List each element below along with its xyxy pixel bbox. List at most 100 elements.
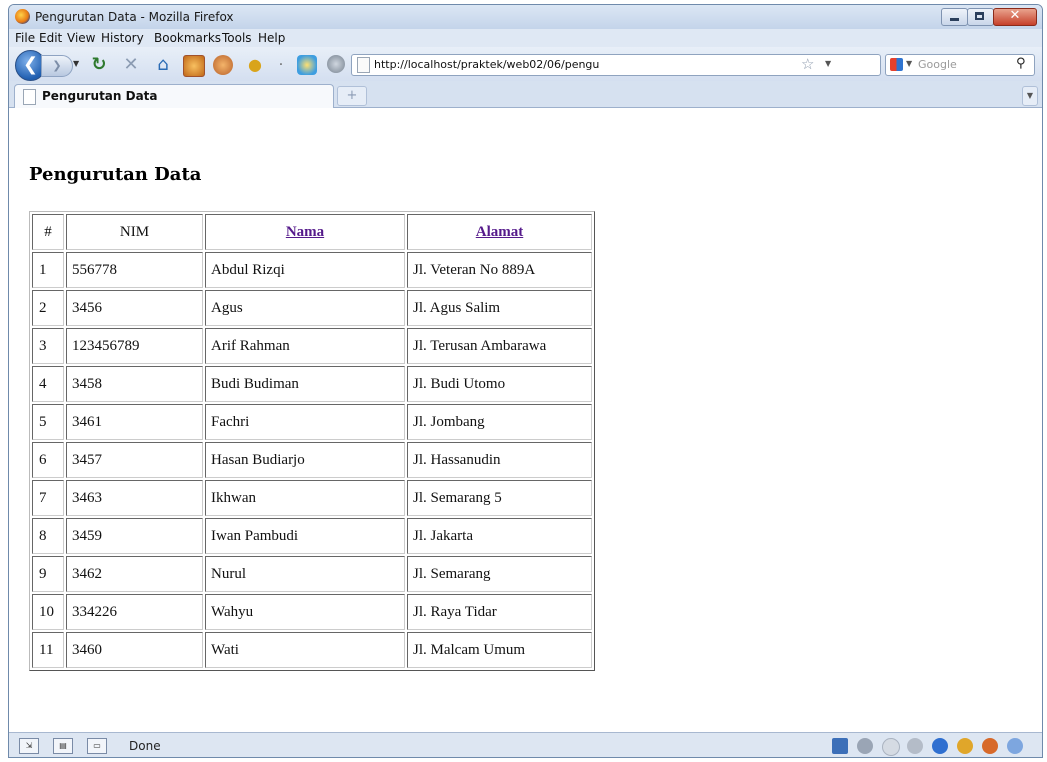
- page-icon: [357, 57, 370, 73]
- sort-by-nama-link[interactable]: Nama: [286, 224, 324, 240]
- minimize-icon: [950, 18, 959, 21]
- cell-nama: Abdul Rizqi: [205, 252, 405, 288]
- addon-icon[interactable]: [213, 55, 233, 75]
- status-addon-icon[interactable]: ⇲: [19, 738, 39, 754]
- cell-nim: 123456789: [66, 328, 203, 364]
- cell-alamat: Jl. Terusan Ambarawa: [407, 328, 592, 364]
- table-row: 11 3460 Wati Jl. Malcam Umum: [32, 632, 592, 668]
- cell-alamat: Jl. Raya Tidar: [407, 594, 592, 630]
- separator-dot-icon: ·: [278, 57, 284, 73]
- menu-file[interactable]: File: [15, 31, 35, 45]
- cell-alamat: Jl. Semarang: [407, 556, 592, 592]
- tray-addon-icon[interactable]: [1007, 738, 1023, 754]
- home-icon[interactable]: ⌂: [153, 55, 173, 75]
- table-row: 7 3463 Ikhwan Jl. Semarang 5: [32, 480, 592, 516]
- cell-alamat: Jl. Agus Salim: [407, 290, 592, 326]
- cell-nama: Iwan Pambudi: [205, 518, 405, 554]
- tab-list-button[interactable]: ▼: [1022, 86, 1038, 106]
- minimize-button[interactable]: [941, 8, 968, 26]
- tray-addon-icon[interactable]: [907, 738, 923, 754]
- cell-nim: 3458: [66, 366, 203, 402]
- cell-nim: 3459: [66, 518, 203, 554]
- table-header-row: # NIM Nama Alamat: [32, 214, 592, 250]
- addon-icon[interactable]: [327, 55, 345, 73]
- status-bar: ⇲ ▤ ▭ Done: [9, 732, 1042, 757]
- stop-icon[interactable]: ✕: [121, 55, 141, 75]
- forward-button[interactable]: ❯: [41, 55, 73, 77]
- cell-nama: Fachri: [205, 404, 405, 440]
- tab-pengurutan-data[interactable]: Pengurutan Data: [14, 84, 334, 108]
- menu-help[interactable]: Help: [258, 31, 285, 45]
- reload-icon[interactable]: ↻: [89, 55, 109, 75]
- window-title: Pengurutan Data - Mozilla Firefox: [35, 10, 234, 24]
- tray-addon-icon[interactable]: [932, 738, 948, 754]
- cell-nim: 3461: [66, 404, 203, 440]
- maximize-button[interactable]: [967, 8, 994, 26]
- table-row: 5 3461 Fachri Jl. Jombang: [32, 404, 592, 440]
- menu-view[interactable]: View: [67, 31, 95, 45]
- cell-nim: 3460: [66, 632, 203, 668]
- google-icon[interactable]: [890, 58, 903, 71]
- cell-nim: 3462: [66, 556, 203, 592]
- search-magnifier-icon[interactable]: ⚲: [1016, 56, 1026, 71]
- cell-alamat: Jl. Malcam Umum: [407, 632, 592, 668]
- url-dropdown-icon[interactable]: ▼: [825, 59, 831, 68]
- tray-addon-icon[interactable]: [857, 738, 873, 754]
- addon-icon[interactable]: [297, 55, 317, 75]
- cell-alamat: Jl. Veteran No 889A: [407, 252, 592, 288]
- addon-icon[interactable]: [183, 55, 205, 77]
- status-text: Done: [129, 739, 161, 753]
- menu-history[interactable]: History: [101, 31, 144, 45]
- close-icon: ✕: [1009, 8, 1021, 23]
- history-dropdown-icon[interactable]: ▼: [73, 59, 79, 68]
- cell-nama: Ikhwan: [205, 480, 405, 516]
- page-content: Pengurutan Data # NIM Nama Alamat 1 5567…: [9, 108, 1042, 732]
- cell-no: 5: [32, 404, 64, 440]
- close-button[interactable]: ✕: [993, 8, 1037, 26]
- cell-no: 9: [32, 556, 64, 592]
- table-row: 6 3457 Hasan Budiarjo Jl. Hassanudin: [32, 442, 592, 478]
- search-bar[interactable]: ▼ Google ⚲: [885, 54, 1035, 76]
- cell-alamat: Jl. Semarang 5: [407, 480, 592, 516]
- menu-bar: File Edit View History Bookmarks Tools H…: [9, 29, 1042, 47]
- maximize-icon: [975, 12, 984, 20]
- cell-nim: 3463: [66, 480, 203, 516]
- new-tab-button[interactable]: +: [337, 86, 367, 106]
- menu-bookmarks[interactable]: Bookmarks: [154, 31, 221, 45]
- cell-nim: 3456: [66, 290, 203, 326]
- status-addon-icon[interactable]: ▤: [53, 738, 73, 754]
- column-header-nim: NIM: [66, 214, 203, 250]
- status-addon-icon[interactable]: ▭: [87, 738, 107, 754]
- search-input[interactable]: Google: [918, 58, 957, 71]
- tray-addon-icon[interactable]: [882, 738, 900, 756]
- cell-no: 2: [32, 290, 64, 326]
- back-arrow-icon: ❮: [22, 54, 39, 75]
- cell-alamat: Jl. Budi Utomo: [407, 366, 592, 402]
- cell-nama: Hasan Budiarjo: [205, 442, 405, 478]
- cell-nama: Arif Rahman: [205, 328, 405, 364]
- tab-strip: Pengurutan Data + ▼: [9, 81, 1042, 108]
- url-bar[interactable]: http://localhost/praktek/web02/06/pengu …: [351, 54, 881, 76]
- url-text[interactable]: http://localhost/praktek/web02/06/pengu: [374, 58, 794, 71]
- menu-tools[interactable]: Tools: [222, 31, 252, 45]
- forward-arrow-icon: ❯: [52, 59, 62, 72]
- sort-by-alamat-link[interactable]: Alamat: [476, 224, 524, 240]
- tray-addon-icon[interactable]: [957, 738, 973, 754]
- plus-icon: +: [346, 88, 358, 103]
- cell-alamat: Jl. Hassanudin: [407, 442, 592, 478]
- column-header-nama: Nama: [205, 214, 405, 250]
- table-row: 2 3456 Agus Jl. Agus Salim: [32, 290, 592, 326]
- cell-nim: 556778: [66, 252, 203, 288]
- cell-no: 4: [32, 366, 64, 402]
- tray-addon-icon[interactable]: [982, 738, 998, 754]
- column-header-no: #: [32, 214, 64, 250]
- tray-addon-icon[interactable]: [832, 738, 848, 754]
- search-engine-dropdown-icon[interactable]: ▼: [906, 59, 912, 68]
- table-row: 4 3458 Budi Budiman Jl. Budi Utomo: [32, 366, 592, 402]
- data-table: # NIM Nama Alamat 1 556778 Abdul Rizqi J…: [29, 211, 595, 671]
- tab-label: Pengurutan Data: [42, 89, 158, 103]
- addon-icon[interactable]: ●: [245, 55, 265, 75]
- bookmark-star-icon[interactable]: ☆: [801, 55, 814, 73]
- menu-edit[interactable]: Edit: [39, 31, 62, 45]
- cell-no: 6: [32, 442, 64, 478]
